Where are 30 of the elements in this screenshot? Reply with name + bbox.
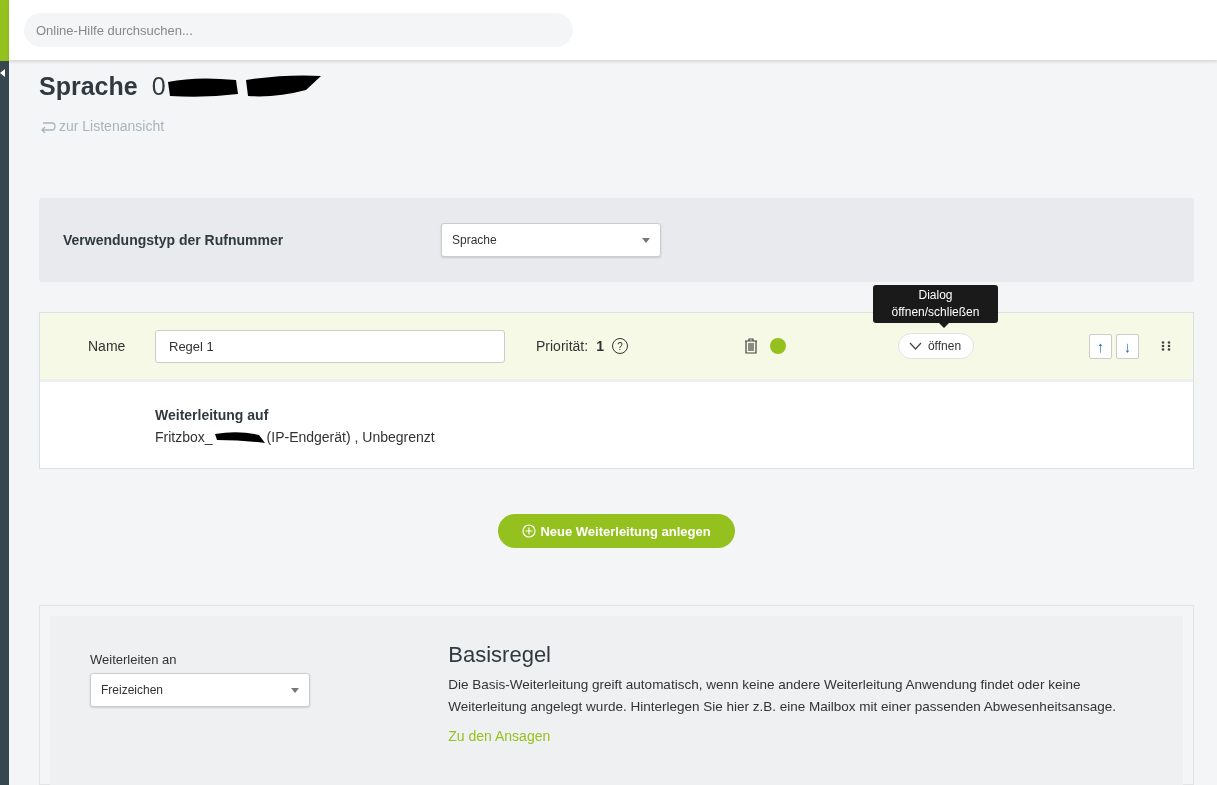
forwarding-target: Fritzbox_: [155, 428, 213, 447]
return-arrow-icon: [39, 119, 57, 133]
name-label: Name: [88, 338, 127, 354]
priority-value: 1: [596, 338, 604, 354]
dropdown-caret-icon: [642, 237, 650, 243]
search-field[interactable]: Online-Hilfe durchsuchen...: [24, 13, 573, 47]
accent-bar: [0, 0, 9, 61]
tooltip: Dialog öffnen/schließen: [873, 285, 998, 323]
base-rule-title: Basisregel: [448, 642, 552, 668]
base-rule-description: Die Basis-Weiterleitung greift automatisch, wenn keine andere Weiterleitung Anwendung findet oder keine Weiterleitung angelegt wurde. Hinterlegen Sie hier z.B. eine Mailbox mit einer passenden Abwesenheitsansage.: [448, 676, 1117, 716]
drag-handle-icon[interactable]: [1161, 341, 1171, 351]
usage-dropdown[interactable]: Sprache: [441, 223, 661, 257]
page-title: Sprache: [39, 71, 138, 101]
move-up-button[interactable]: ↑: [1089, 333, 1112, 359]
usage-label: Verwendungstyp der Rufnummer: [63, 232, 285, 248]
forwarding-details: (IP-Endgerät) , Unbegrenzt: [266, 428, 435, 447]
collapse-icon[interactable]: [0, 69, 5, 77]
forwarding-title: Weiterleitung auf: [155, 406, 270, 425]
forward-to-dropdown[interactable]: Freizeichen: [90, 673, 310, 707]
redaction-scribble: [212, 430, 267, 444]
dropdown-caret-icon: [291, 687, 299, 693]
plus-circle-icon: [522, 524, 537, 538]
name-field[interactable]: Regel 1: [155, 329, 505, 363]
move-down-button[interactable]: ↓: [1116, 333, 1139, 359]
forward-to-label: Weiterleiten an: [90, 652, 178, 667]
open-toggle[interactable]: öffnen: [897, 333, 975, 359]
trash-icon[interactable]: [743, 338, 758, 354]
priority-label: Priorität:: [536, 338, 589, 354]
chevron-down-icon: [908, 342, 922, 350]
phone-number: 0: [151, 71, 166, 101]
